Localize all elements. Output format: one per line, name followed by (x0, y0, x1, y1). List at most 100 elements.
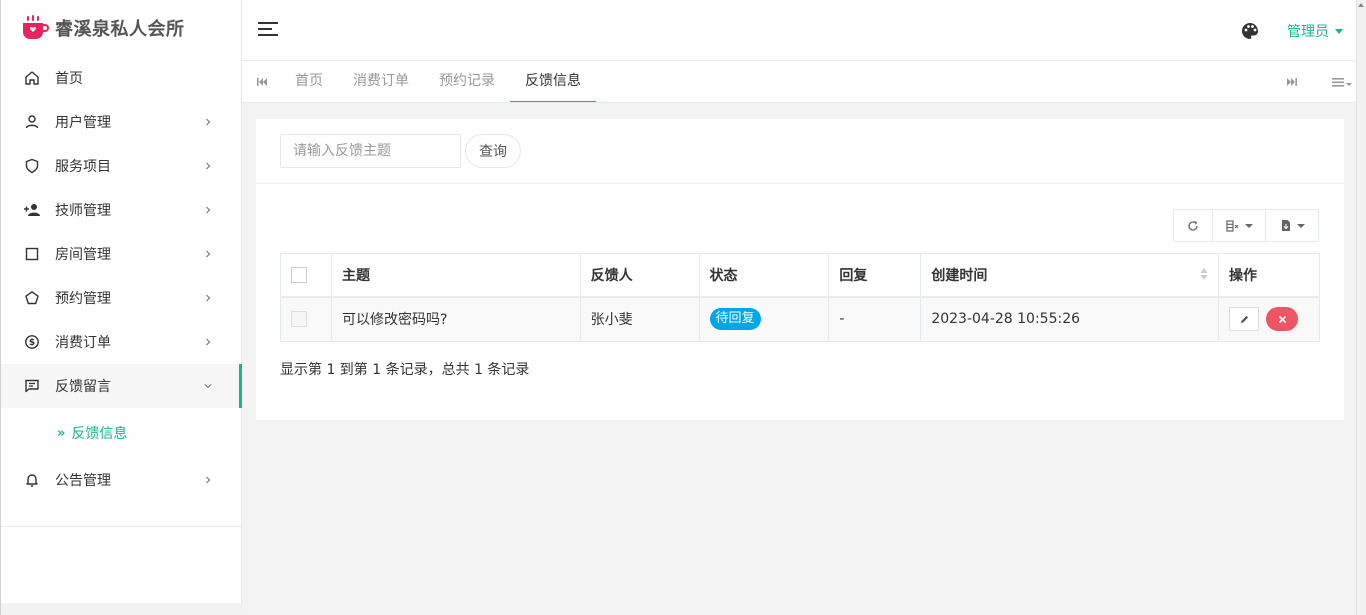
sidebar-item-label: 用户管理 (55, 115, 111, 131)
sidebar-item-label: 服务项目 (55, 159, 111, 175)
chevron-right-icon (206, 476, 211, 484)
query-button[interactable]: 查询 (465, 134, 521, 168)
caret-down-icon (1335, 28, 1343, 34)
caret-down-icon (1244, 223, 1253, 228)
delete-button[interactable] (1266, 307, 1299, 332)
sidebar-subitem-label: 反馈信息 (71, 426, 128, 442)
select-all-cell (280, 253, 332, 298)
cell-reply: - (828, 296, 922, 342)
table-header-row: 主题 反馈人 状态 回复 创建时间 操作 (280, 253, 1320, 298)
pentagon-icon (23, 289, 41, 307)
sidebar-divider (1, 526, 242, 527)
user-icon (23, 113, 41, 131)
table-toolbar (1173, 209, 1319, 242)
sidebar-item-reservations[interactable]: 预约管理 (1, 276, 241, 320)
chevron-right-icon (206, 162, 211, 170)
tabs-underline (280, 102, 1272, 103)
tab-home[interactable]: 首页 (280, 61, 338, 103)
tab-options-menu-icon[interactable] (1330, 74, 1356, 90)
chevron-right-icon (206, 338, 211, 346)
column-header-created[interactable]: 创建时间 (920, 253, 1220, 298)
feedback-table: 主题 反馈人 状态 回复 创建时间 操作 可以修改密码吗? 张小斐 待回复 - … (280, 253, 1320, 342)
tab-feedback-info[interactable]: 反馈信息 (510, 61, 596, 103)
dollar-circle-icon: $ (23, 333, 41, 351)
cell-created: 2023-04-28 10:55:26 (920, 296, 1220, 342)
tab-scroll-right-icon[interactable] (1282, 74, 1302, 90)
sidebar-item-label: 房间管理 (55, 247, 111, 263)
content-panel: 查询 主题 反馈人 状态 回复 创建时间 (256, 119, 1344, 420)
refresh-button[interactable] (1174, 210, 1213, 241)
sidebar-item-home[interactable]: 首页 (1, 56, 241, 100)
refresh-icon (1188, 220, 1198, 231)
app-title: 睿溪泉私人会所 (55, 19, 185, 40)
sidebar-footer (1, 603, 242, 615)
sidebar-item-label: 技师管理 (55, 203, 111, 219)
scroll-up-arrow-icon[interactable] (1356, 0, 1366, 10)
message-icon (23, 377, 41, 395)
sidebar-item-label: 首页 (55, 71, 83, 87)
status-badge: 待回复 (709, 308, 761, 331)
caret-down-icon (1296, 223, 1305, 228)
hamburger-menu-icon[interactable] (258, 20, 280, 38)
top-header: 管理员 (242, 0, 1356, 61)
column-header-actions: 操作 (1218, 253, 1320, 298)
column-header-label: 创建时间 (931, 267, 988, 284)
edit-button[interactable] (1229, 307, 1260, 332)
sidebar-subitem-feedback-info[interactable]: » 反馈信息 (1, 408, 241, 458)
file-export-icon (1281, 220, 1290, 231)
sidebar-item-rooms[interactable]: 房间管理 (1, 232, 241, 276)
table-row: 可以修改密码吗? 张小斐 待回复 - 2023-04-28 10:55:26 (280, 296, 1320, 342)
row-select-cell (280, 296, 332, 342)
sidebar-item-label: 预约管理 (55, 291, 111, 307)
cell-author: 张小斐 (579, 296, 700, 342)
page-scrollbar[interactable] (1356, 0, 1366, 615)
chevron-down-icon (204, 384, 212, 389)
user-plus-icon (23, 201, 41, 219)
sidebar-item-feedback[interactable]: 反馈留言 (1, 364, 242, 408)
close-icon (1278, 315, 1287, 323)
admin-label: 管理员 (1287, 24, 1329, 40)
cell-actions (1218, 296, 1320, 342)
sidebar-item-label: 消费订单 (55, 335, 111, 351)
columns-toggle-button[interactable] (1213, 210, 1266, 241)
chevron-right-icon (206, 250, 211, 258)
sidebar-item-label: 公告管理 (55, 473, 111, 489)
admin-dropdown[interactable]: 管理员 (1287, 21, 1343, 41)
sidebar-menu: 首页 用户管理 服务项目 技师管理 房间管理 预约管理 $ 消费订单 反馈留言 … (1, 56, 242, 502)
sidebar-item-technicians[interactable]: 技师管理 (1, 188, 241, 232)
chevron-right-icon (206, 118, 211, 126)
export-button[interactable] (1266, 210, 1318, 241)
pencil-icon (1240, 315, 1248, 323)
column-header-author[interactable]: 反馈人 (579, 253, 700, 298)
column-header-reply[interactable]: 回复 (828, 253, 922, 298)
coffee-cup-icon (23, 15, 49, 39)
chevron-right-icon (206, 294, 211, 302)
sidebar-item-orders[interactable]: $ 消费订单 (1, 320, 241, 364)
sidebar-item-users[interactable]: 用户管理 (1, 100, 241, 144)
sidebar-item-announcements[interactable]: 公告管理 (1, 458, 241, 502)
panel-divider (256, 183, 1344, 184)
sort-icon[interactable] (1200, 267, 1208, 281)
select-all-checkbox[interactable] (291, 266, 307, 283)
feedback-subject-search-input[interactable] (280, 134, 461, 168)
double-chevron-icon: » (57, 425, 66, 441)
sidebar-item-services[interactable]: 服务项目 (1, 144, 241, 188)
tab-orders[interactable]: 消费订单 (338, 61, 424, 103)
row-checkbox[interactable] (291, 311, 307, 328)
sidebar-item-label: 反馈留言 (55, 379, 111, 395)
column-header-status[interactable]: 状态 (698, 253, 830, 298)
logo[interactable]: 睿溪泉私人会所 (1, 0, 241, 56)
palette-icon[interactable] (1240, 21, 1260, 41)
shield-icon (23, 157, 41, 175)
sidebar: 睿溪泉私人会所 首页 用户管理 服务项目 技师管理 房间管理 预约管理 $ 消费… (0, 0, 242, 615)
chevron-right-icon (206, 206, 211, 214)
cell-subject: 可以修改密码吗? (330, 296, 581, 342)
tab-reservations[interactable]: 预约记录 (424, 61, 510, 103)
svg-text:$: $ (29, 338, 35, 348)
page-tabs: 首页 消费订单 预约记录 反馈信息 (280, 61, 596, 103)
tab-scroll-left-icon[interactable] (252, 74, 272, 90)
bell-icon (23, 471, 41, 489)
pagination-info: 显示第 1 到第 1 条记录，总共 1 条记录 (280, 362, 530, 378)
column-header-subject[interactable]: 主题 (330, 253, 581, 298)
cell-status: 待回复 (698, 296, 830, 342)
